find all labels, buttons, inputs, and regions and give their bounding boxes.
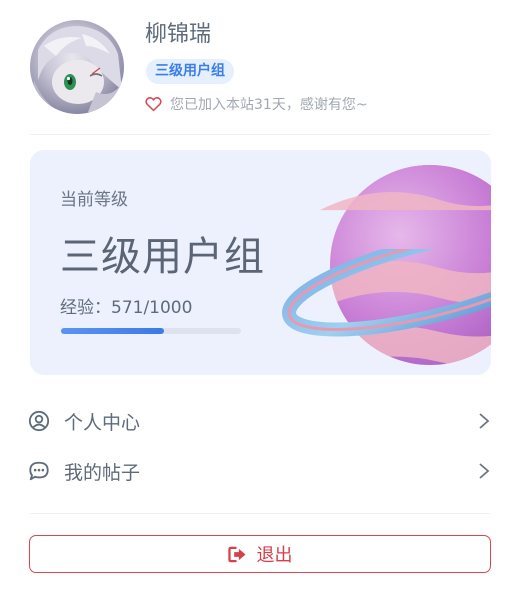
exp-progress-fill — [61, 328, 164, 334]
username: 柳锦瑞 — [145, 22, 212, 47]
divider — [30, 513, 490, 514]
sign-out-icon — [227, 546, 246, 562]
divider — [30, 134, 490, 135]
level-name: 三级用户组 — [60, 234, 265, 280]
level-card: 当前等级 三级用户组 经验：571/1000 — [30, 150, 491, 375]
menu-label-profile: 个人中心 — [64, 411, 141, 434]
chevron-right-icon — [479, 463, 490, 479]
avatar[interactable] — [30, 20, 124, 114]
logout-label: 退出 — [256, 545, 293, 566]
menu-item-profile[interactable]: 个人中心 — [28, 401, 492, 441]
join-info: 您已加入本站31天，感谢有您~ — [145, 94, 368, 114]
exp-progress-bar — [61, 328, 241, 334]
chat-bubble-icon — [29, 461, 49, 481]
heart-icon — [145, 97, 162, 112]
menu-label-posts: 我的帖子 — [64, 461, 141, 484]
chevron-right-icon — [479, 413, 490, 429]
group-badge: 三级用户组 — [146, 59, 234, 84]
level-label: 当前等级 — [60, 190, 128, 210]
logout-button[interactable]: 退出 — [29, 535, 491, 573]
join-days-text: 您已加入本站31天，感谢有您~ — [170, 97, 368, 113]
exp-text: 经验：571/1000 — [60, 298, 193, 318]
planet-illustration — [282, 165, 491, 365]
profile-header: 柳锦瑞 三级用户组 您已加入本站31天，感谢有您~ — [0, 0, 519, 135]
menu-item-posts[interactable]: 我的帖子 — [28, 451, 492, 491]
user-circle-icon — [28, 410, 50, 432]
avatar-image — [34, 26, 122, 112]
